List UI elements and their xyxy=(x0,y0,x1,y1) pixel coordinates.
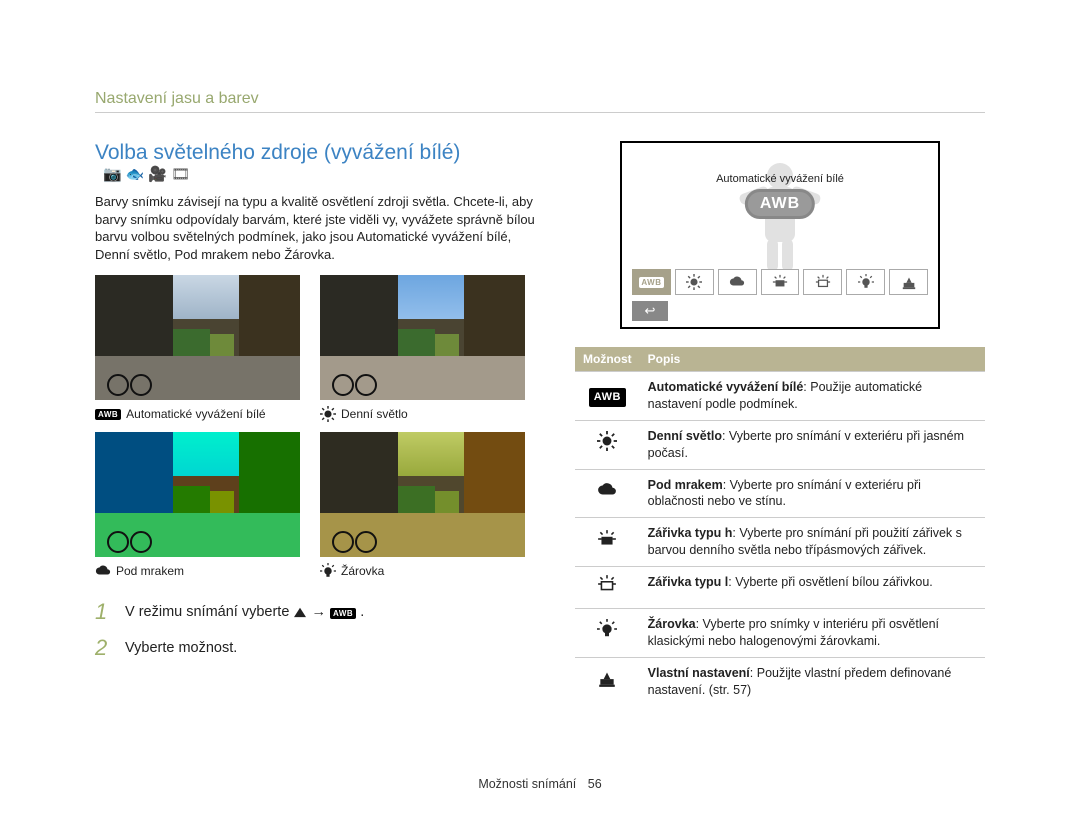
awb-badge: AWB xyxy=(745,189,815,219)
options-table: Možnost Popis AWB Automatické vyvážení b… xyxy=(575,347,985,705)
thumb-daylight xyxy=(320,275,525,400)
row-icon-custom xyxy=(575,657,640,705)
row-icon-awb: AWB xyxy=(575,372,640,421)
awb-icon: AWB xyxy=(95,409,121,420)
wb-preview-screen: Automatické vyvážení bílé AWB AWB ↩ xyxy=(620,141,940,329)
triangle-up-icon xyxy=(293,606,307,618)
sun-icon xyxy=(320,406,336,422)
wb-opt-awb[interactable]: AWB xyxy=(632,269,671,295)
thumb-tungsten xyxy=(320,432,525,557)
camera-icon: 📷 xyxy=(103,165,122,183)
caption-tungsten: Žárovka xyxy=(320,563,525,579)
thumb-cloudy xyxy=(95,432,300,557)
divider xyxy=(95,112,985,113)
caption-daylight-label: Denní světlo xyxy=(341,407,408,421)
wb-opt-fll[interactable] xyxy=(803,269,842,295)
fluorescent-l-icon xyxy=(597,574,617,594)
thumbnail-grid: AWB Automatické vyvážení bílé Denní svět… xyxy=(95,275,539,579)
cloud-icon xyxy=(597,480,617,500)
mode-icons: 📷 🐟 🎥 🎞 xyxy=(103,165,190,183)
table-row: Denní světlo: Vyberte pro snímání v exte… xyxy=(575,420,985,469)
th-option: Možnost xyxy=(575,347,640,372)
smart-icon: 🎞 xyxy=(171,165,190,183)
caption-awb: AWB Automatické vyvážení bílé xyxy=(95,406,300,422)
wb-opt-cloud[interactable] xyxy=(718,269,757,295)
row-icon-cloud xyxy=(575,469,640,518)
row-title: Vlastní nastavení xyxy=(648,666,750,680)
video-icon: 🎥 xyxy=(148,165,167,183)
bulb-icon xyxy=(320,563,336,579)
table-row: Pod mrakem: Vyberte pro snímání v exteri… xyxy=(575,469,985,518)
step-1: 1 V režimu snímání vyberte → AWB . xyxy=(95,599,539,625)
awb-icon: AWB xyxy=(330,608,356,619)
step-2-number: 2 xyxy=(95,635,113,661)
step-1-text-pre: V režimu snímání vyberte xyxy=(125,604,293,620)
row-icon-sun xyxy=(575,420,640,469)
th-desc: Popis xyxy=(640,347,985,372)
table-row: Zářivka typu h: Vyberte pro snímání při … xyxy=(575,518,985,567)
cloud-icon xyxy=(95,563,111,579)
row-title: Zářivka typu l xyxy=(648,575,729,589)
footer-section: Možnosti snímání xyxy=(478,777,576,791)
row-icon-bulb xyxy=(575,608,640,657)
caption-cloudy-label: Pod mrakem xyxy=(116,564,184,578)
wb-option-row: AWB xyxy=(632,269,928,295)
caption-cloudy: Pod mrakem xyxy=(95,563,300,579)
section-title: Volba světelného zdroje (vyvážení bílé) xyxy=(95,141,460,164)
step-2-text: Vyberte možnost. xyxy=(125,640,237,656)
row-title: Zářivka typu h xyxy=(648,526,733,540)
awb-icon: AWB xyxy=(589,388,626,407)
sun-icon xyxy=(597,431,617,451)
row-title: Automatické vyvážení bílé xyxy=(648,380,804,394)
table-row: Zářivka typu l: Vyberte při osvětlení bí… xyxy=(575,567,985,609)
row-title: Žárovka xyxy=(648,617,696,631)
fluorescent-h-icon xyxy=(597,529,617,549)
caption-awb-label: Automatické vyvážení bílé xyxy=(126,407,265,421)
wb-tooltip: Automatické vyvážení bílé xyxy=(622,173,938,185)
thumb-awb xyxy=(95,275,300,400)
caption-tungsten-label: Žárovka xyxy=(341,564,384,578)
table-row: Žárovka: Vyberte pro snímky v interiéru … xyxy=(575,608,985,657)
caption-daylight: Denní světlo xyxy=(320,406,525,422)
wb-opt-custom[interactable] xyxy=(889,269,928,295)
wb-opt-sun[interactable] xyxy=(675,269,714,295)
back-button[interactable]: ↩ xyxy=(632,301,668,321)
table-row: AWB Automatické vyvážení bílé: Použije a… xyxy=(575,372,985,421)
wb-opt-bulb[interactable] xyxy=(846,269,885,295)
table-row: Vlastní nastavení: Použijte vlastní před… xyxy=(575,657,985,705)
custom-icon xyxy=(597,668,617,688)
step-1-text-post: . xyxy=(360,604,364,620)
arrow-icon: → xyxy=(311,604,330,620)
bulb-icon xyxy=(597,619,617,639)
fish-icon: 🐟 xyxy=(126,165,145,183)
row-body: : Vyberte při osvětlení bílou zářivkou. xyxy=(728,575,933,589)
footer-page: 56 xyxy=(588,777,602,791)
row-title: Denní světlo xyxy=(648,429,722,443)
page-footer: Možnosti snímání 56 xyxy=(0,777,1080,791)
row-icon-flh xyxy=(575,518,640,567)
row-icon-fll xyxy=(575,567,640,609)
step-1-number: 1 xyxy=(95,599,113,625)
wb-opt-flh[interactable] xyxy=(761,269,800,295)
intro-text: Barvy snímku závisejí na typu a kvalitě … xyxy=(95,193,539,263)
row-title: Pod mrakem xyxy=(648,478,723,492)
breadcrumb: Nastavení jasu a barev xyxy=(95,90,985,108)
step-2: 2 Vyberte možnost. xyxy=(95,635,539,661)
